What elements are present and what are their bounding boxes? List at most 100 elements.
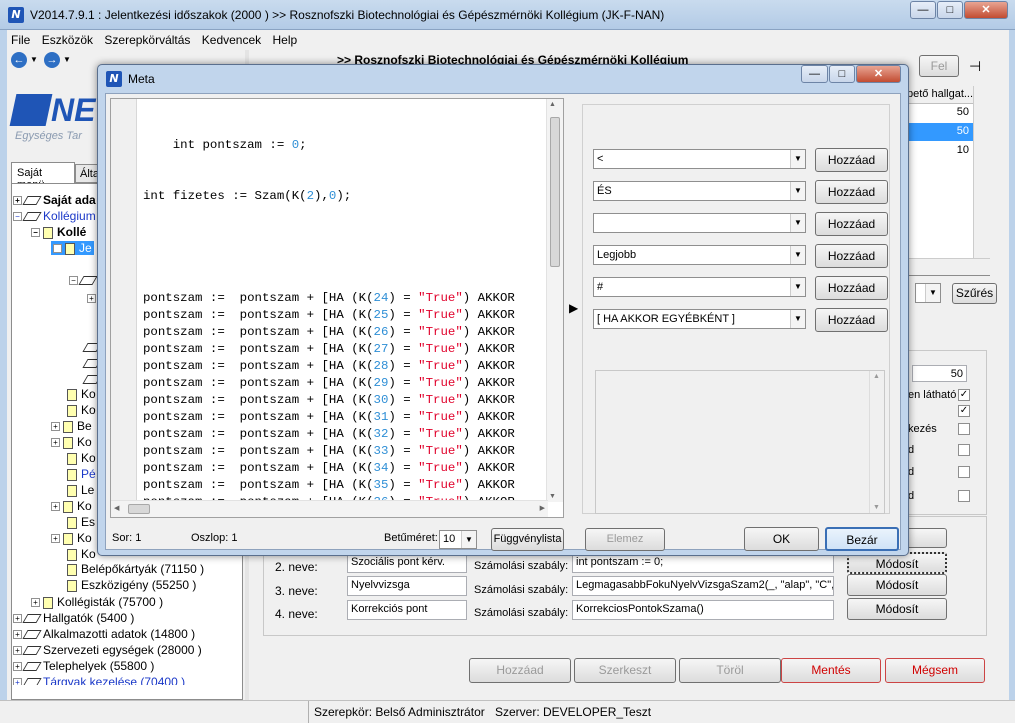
name-field[interactable]: Korrekciós pont	[347, 600, 467, 620]
tree-item-eszkozigeny[interactable]: Eszközigény (55250 )	[67, 578, 196, 592]
hozzaad-button-3[interactable]: Hozzáad	[815, 212, 888, 236]
back-dropdown-icon[interactable]: ▼	[30, 55, 38, 64]
function-combo[interactable]: Legjobb ▼	[593, 245, 806, 265]
modosit-button-4[interactable]: Módosít	[847, 598, 947, 620]
scroll-up-icon[interactable]: ▲	[549, 101, 556, 108]
tree-item[interactable]: + Be	[51, 419, 92, 433]
code-lines[interactable]: int pontszam := 0; int fizetes := Szam(K…	[143, 103, 515, 517]
tree-item[interactable]: Ko	[67, 547, 96, 561]
tree-item-jelentkezesi-idoszakok[interactable]: − Je	[51, 241, 94, 255]
tree-item-sajat-adatok[interactable]: + Saját ada	[13, 193, 96, 207]
rule-field[interactable]: LegmagasabbFokuNyelvVizsgaSzam2(_, "alap…	[572, 576, 834, 596]
value-field[interactable]: 50	[912, 365, 967, 382]
code-horizontal-scrollbar[interactable]: ◀ ▶	[111, 500, 548, 517]
scroll-thumb[interactable]	[550, 117, 560, 267]
tree-item-belepokartyak[interactable]: Belépőkártyák (71150 )	[67, 562, 204, 576]
modosit-button-3[interactable]: Módosít	[847, 574, 947, 596]
torol-button[interactable]: Töröl	[679, 658, 781, 683]
dialog-close-icon[interactable]: ✕	[856, 65, 901, 83]
szures-button[interactable]: Szűrés	[952, 283, 997, 304]
tab-sajat-menu[interactable]: Saját menü	[11, 162, 75, 191]
tree-item-kollegium[interactable]: − Kollégium	[13, 209, 96, 223]
name-field[interactable]: Szociális pont kérv.	[347, 553, 467, 573]
scroll-down-icon[interactable]: ▼	[549, 493, 556, 500]
code-editor[interactable]: int pontszam := 0; int fizetes := Szam(K…	[110, 98, 564, 518]
grid-cell-selected[interactable]: 50	[905, 123, 973, 141]
grid-cell[interactable]: 10	[905, 142, 973, 160]
elemez-button[interactable]: Elemez	[585, 528, 665, 551]
scroll-up-icon[interactable]: ▲	[873, 373, 880, 380]
font-size-select[interactable]: 10 ▼	[439, 530, 477, 549]
mentes-button[interactable]: Mentés	[781, 658, 881, 683]
tree-item[interactable]: Ko	[67, 451, 96, 465]
code-vertical-scrollbar[interactable]: ▲ ▼	[546, 99, 563, 502]
description-scrollbar[interactable]: ▲ ▼	[869, 371, 884, 513]
scroll-down-icon[interactable]: ▼	[873, 504, 880, 511]
hozzaad-button-5[interactable]: Hozzáad	[815, 276, 888, 300]
tree-item[interactable]: Pé	[67, 467, 96, 481]
menu-szerepkorvaltas[interactable]: Szerepkörváltás	[100, 30, 194, 47]
tree-item-szervezeti-egysegek[interactable]: + Szervezeti egységek (28000 )	[13, 643, 202, 657]
checkbox[interactable]	[958, 466, 970, 478]
tree-item[interactable]: + Ko	[51, 499, 92, 513]
checkbox-checked[interactable]: ✓	[958, 389, 970, 401]
tree-item[interactable]: Le	[67, 483, 94, 497]
hozzaad-button[interactable]: Hozzáad	[469, 658, 571, 683]
logic-combo[interactable]: ÉS ▼	[593, 181, 806, 201]
hozzaad-button-4[interactable]: Hozzáad	[815, 244, 888, 268]
filter-combo[interactable]: ▼	[915, 283, 941, 303]
scroll-thumb[interactable]	[128, 504, 150, 514]
tree-item-kollegistak[interactable]: + Kollégisták (75700 )	[31, 595, 163, 609]
fuggvenylista-button[interactable]: Függvénylista	[491, 528, 564, 551]
checkbox[interactable]	[958, 444, 970, 456]
tree-item[interactable]: Ko	[67, 403, 96, 417]
szerkeszt-button[interactable]: Szerkeszt	[574, 658, 676, 683]
grid-cell[interactable]: 50	[905, 104, 973, 122]
tree-item-hallgatok[interactable]: + Hallgatók (5400 )	[13, 611, 134, 625]
minimize-icon[interactable]: —	[910, 1, 936, 19]
pin-icon[interactable]: ⊣	[969, 58, 981, 75]
dialog-maximize-icon[interactable]: □	[829, 65, 855, 83]
rule-field[interactable]: int pontszam := 0;	[572, 553, 834, 573]
rule-field[interactable]: KorrekciosPontokSzama()	[572, 600, 834, 620]
menu-help[interactable]: Help	[269, 30, 302, 47]
tree-item[interactable]: Es	[67, 515, 95, 529]
scroll-left-icon[interactable]: ◀	[114, 504, 119, 512]
tree-item-targyak-kezelese[interactable]: + Tárgyak kezelése (70400 )	[13, 675, 185, 685]
megsem-button[interactable]: Mégsem	[885, 658, 985, 683]
dialog-minimize-icon[interactable]: —	[801, 65, 828, 83]
back-icon[interactable]: ←	[11, 52, 27, 68]
grid-horizontal-scrollbar[interactable]	[905, 258, 990, 275]
tree-item[interactable]: + Ko	[51, 531, 92, 545]
grid-vertical-scrollbar[interactable]	[973, 86, 990, 258]
scroll-right-icon[interactable]: ▶	[540, 504, 545, 512]
checkbox[interactable]	[958, 490, 970, 502]
hozzaad-button-2[interactable]: Hozzáad	[815, 180, 888, 204]
ok-button[interactable]: OK	[744, 527, 819, 551]
menu-kedvencek[interactable]: Kedvencek	[198, 30, 265, 47]
symbol-combo[interactable]: # ▼	[593, 277, 806, 297]
tree-item-telephelyek[interactable]: + Telephelyek (55800 )	[13, 659, 154, 673]
tree-item[interactable]: −	[69, 273, 99, 287]
maximize-icon[interactable]: □	[937, 1, 963, 19]
menu-file[interactable]: File	[7, 30, 34, 47]
hozzaad-button-1[interactable]: Hozzáad	[815, 148, 888, 172]
menu-eszkozok[interactable]: Eszközök	[38, 30, 97, 47]
close-icon[interactable]: ✕	[964, 1, 1008, 19]
structure-combo[interactable]: [ HA AKKOR EGYÉBKÉNT ] ▼	[593, 309, 806, 329]
operator-combo[interactable]: < ▼	[593, 149, 806, 169]
arrow-right-icon[interactable]: ▶	[569, 301, 578, 315]
tree-item[interactable]: Ko	[67, 387, 96, 401]
hozzaad-button-6[interactable]: Hozzáad	[815, 308, 888, 332]
tree-item[interactable]: + Ko	[51, 435, 92, 449]
checkbox[interactable]	[958, 423, 970, 435]
fel-button[interactable]: Fel	[919, 55, 959, 77]
tree-item-alkalmazotti-adatok[interactable]: + Alkalmazotti adatok (14800 )	[13, 627, 195, 641]
grid-column-header[interactable]: pető hallgat...	[905, 86, 973, 104]
name-field[interactable]: Nyelvvizsga	[347, 576, 467, 596]
forward-dropdown-icon[interactable]: ▼	[63, 55, 71, 64]
bezar-button[interactable]: Bezár	[825, 527, 899, 551]
forward-icon[interactable]: →	[44, 52, 60, 68]
field-combo[interactable]: ▼	[593, 213, 806, 233]
tree-item-kollegiumok[interactable]: − Kollé	[31, 225, 86, 239]
